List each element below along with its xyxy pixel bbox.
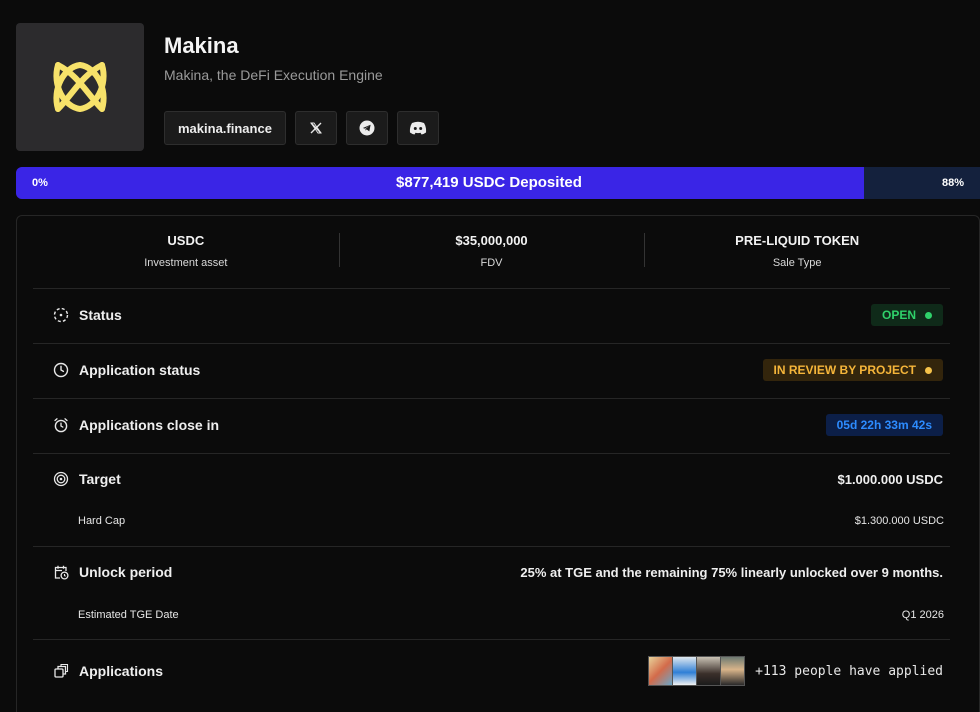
hard-cap-label: Hard Cap bbox=[78, 515, 126, 527]
hard-cap-value: $1.300.000 USDC bbox=[854, 515, 944, 527]
divider bbox=[33, 343, 950, 344]
divider bbox=[33, 546, 950, 547]
application-status-value: IN REVIEW BY PROJECT bbox=[762, 359, 943, 381]
stat-fdv: $35,000,000 FDV bbox=[338, 232, 645, 288]
status-badge: OPEN bbox=[870, 304, 943, 326]
status-label: Status bbox=[79, 307, 122, 323]
stat-label: FDV bbox=[480, 257, 503, 269]
countdown-badge: 05d 22h 33m 42s bbox=[825, 414, 943, 436]
stat-value: USDC bbox=[167, 233, 205, 248]
deposited-amount-label: $877,419 USDC Deposited bbox=[396, 174, 582, 191]
applied-count-text: +113 people have applied bbox=[755, 663, 943, 679]
application-status-row: Application status IN REVIEW BY PROJECT bbox=[33, 359, 943, 381]
stat-value: $35,000,000 bbox=[455, 233, 528, 248]
divider bbox=[33, 288, 950, 289]
deposit-progress-bar: 0% $877,419 USDC Deposited 88% bbox=[16, 167, 980, 199]
telegram-icon bbox=[359, 120, 375, 136]
project-logo bbox=[16, 23, 144, 151]
x-icon bbox=[310, 122, 322, 134]
countdown-text: 05d 22h 33m 42s bbox=[836, 418, 932, 432]
progress-max-label: 88% bbox=[941, 177, 964, 189]
target-label: Target bbox=[79, 471, 121, 487]
avatar bbox=[648, 656, 674, 686]
status-icon bbox=[52, 306, 70, 324]
unlock-period-label: Unlock period bbox=[79, 564, 173, 580]
stat-label: Investment asset bbox=[144, 257, 228, 269]
unlock-period-row: Unlock period 25% at TGE and the remaini… bbox=[33, 561, 943, 583]
status-row: Status OPEN bbox=[33, 304, 943, 326]
status-dot-icon bbox=[925, 311, 932, 319]
discord-icon bbox=[409, 121, 427, 135]
application-status-badge: IN REVIEW BY PROJECT bbox=[762, 359, 943, 381]
sale-stats: USDC Investment asset $35,000,000 FDV PR… bbox=[33, 232, 950, 288]
discord-link-button[interactable] bbox=[396, 111, 439, 145]
avatar bbox=[672, 656, 698, 686]
telegram-link-button[interactable] bbox=[345, 111, 388, 145]
website-link-button[interactable]: makina.finance bbox=[164, 111, 286, 145]
applications-label: Applications bbox=[79, 663, 164, 679]
tge-date-row: Estimated TGE Date Q1 2026 bbox=[78, 606, 944, 624]
project-title: Makina bbox=[164, 33, 239, 58]
divider bbox=[33, 639, 950, 640]
application-status-badge-text: IN REVIEW BY PROJECT bbox=[773, 363, 916, 377]
avatar bbox=[720, 656, 746, 686]
application-status-label: Application status bbox=[79, 362, 201, 378]
applications-close-label: Applications close in bbox=[79, 417, 220, 433]
website-link-label: makina.finance bbox=[178, 120, 272, 136]
stat-value: PRE-LIQUID TOKEN bbox=[735, 233, 860, 248]
applications-icon bbox=[52, 662, 70, 680]
status-badge-text: OPEN bbox=[881, 308, 916, 322]
tge-date-value: Q1 2026 bbox=[901, 609, 944, 621]
review-dot-icon bbox=[925, 366, 932, 374]
project-links: makina.finance bbox=[164, 111, 439, 145]
sale-details-panel: USDC Investment asset $35,000,000 FDV PR… bbox=[16, 215, 980, 712]
stat-investment-asset: USDC Investment asset bbox=[33, 232, 339, 288]
calendar-clock-icon bbox=[52, 563, 70, 581]
stat-label: Sale Type bbox=[772, 257, 822, 269]
stat-sale-type: PRE-LIQUID TOKEN Sale Type bbox=[644, 232, 950, 288]
applications-close-row: Applications close in 05d 22h 33m 42s bbox=[33, 414, 943, 436]
clock-icon bbox=[52, 361, 70, 379]
divider bbox=[33, 453, 950, 454]
divider bbox=[33, 398, 950, 399]
makina-logo-icon bbox=[53, 61, 107, 113]
x-link-button[interactable] bbox=[294, 111, 337, 145]
unlock-period-value: 25% at TGE and the remaining 75% linearl… bbox=[520, 564, 943, 580]
target-icon bbox=[52, 470, 70, 488]
target-row: Target $1.000.000 USDC bbox=[33, 468, 943, 490]
alarm-clock-icon bbox=[52, 416, 70, 434]
status-value: OPEN bbox=[870, 304, 943, 326]
applicant-avatars bbox=[648, 656, 746, 686]
applications-row: Applications +113 people have applied bbox=[33, 656, 943, 686]
project-tagline: Makina, the DeFi Execution Engine bbox=[164, 67, 383, 83]
target-value: $1.000.000 USDC bbox=[837, 471, 943, 487]
project-header: Makina Makina, the DeFi Execution Engine… bbox=[16, 23, 964, 151]
applications-close-value: 05d 22h 33m 42s bbox=[825, 414, 943, 436]
hard-cap-row: Hard Cap $1.300.000 USDC bbox=[78, 512, 944, 530]
tge-date-label: Estimated TGE Date bbox=[78, 609, 179, 621]
avatar bbox=[696, 656, 722, 686]
